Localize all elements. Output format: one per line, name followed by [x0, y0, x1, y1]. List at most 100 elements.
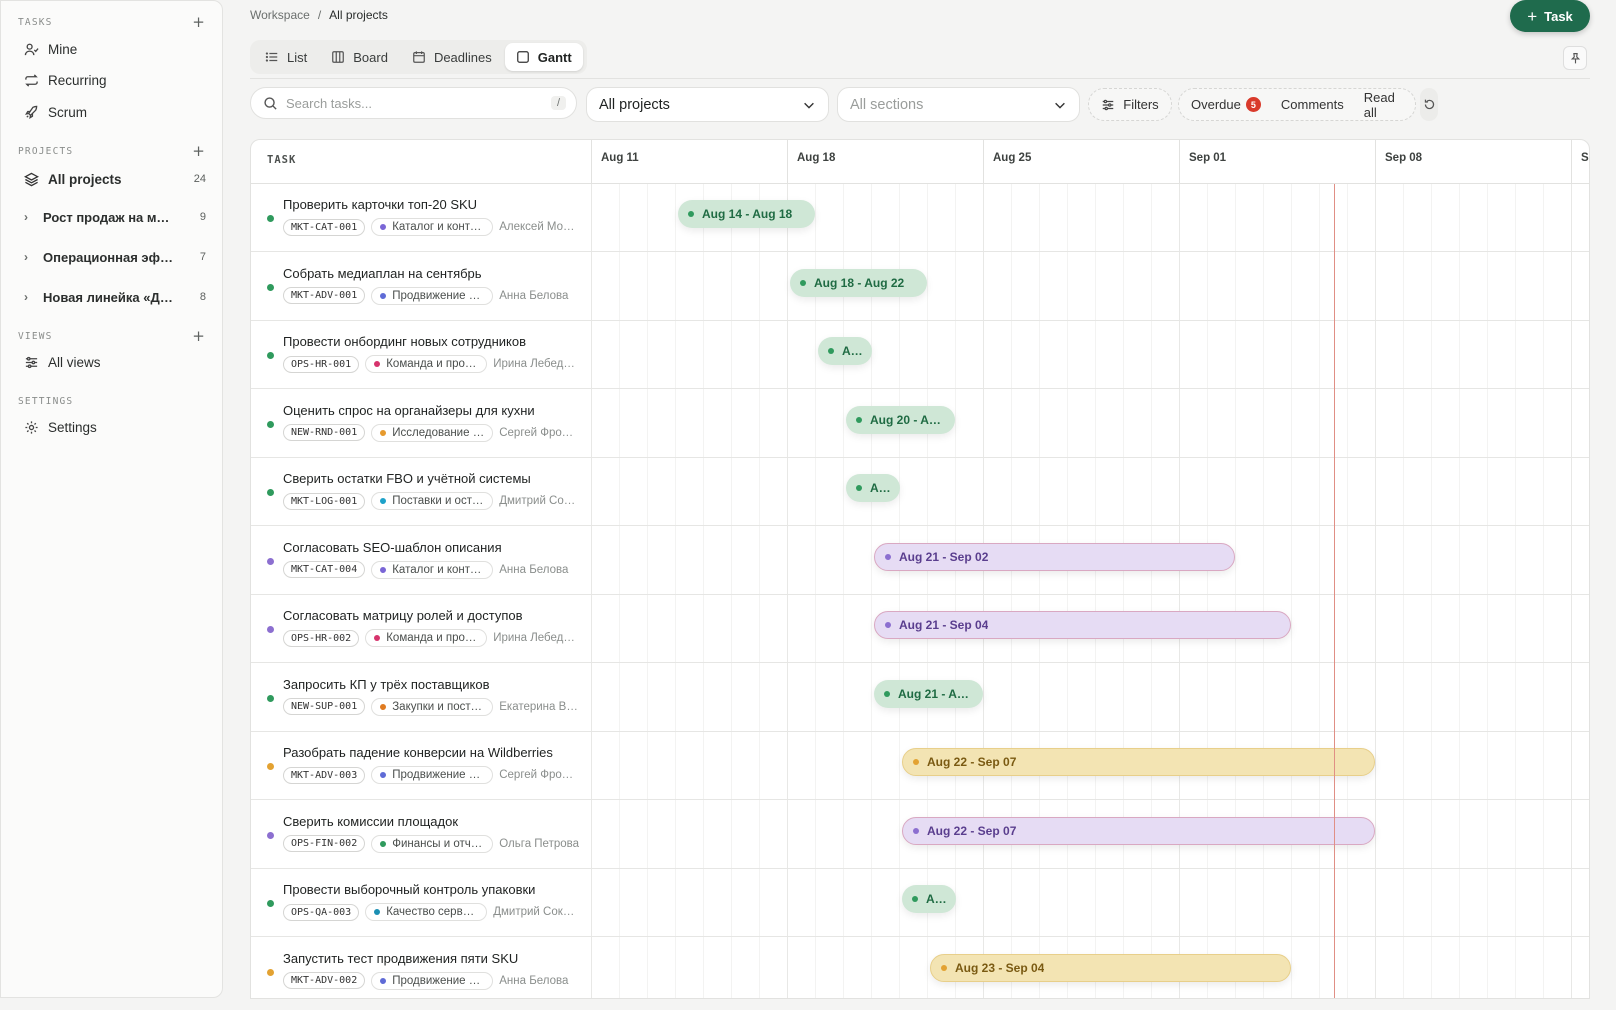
gantt-row[interactable]: Согласовать матрицу ролей и доступов OPS-… — [251, 595, 1589, 663]
gantt-bar[interactable]: Aug 21 - Aug 24 — [874, 679, 984, 708]
section-tag[interactable]: Каталог и контент — [371, 218, 494, 236]
breadcrumb-root[interactable]: Workspace — [250, 8, 310, 22]
tab-list[interactable]: List — [254, 43, 318, 71]
task-title[interactable]: Разобрать падение конверсии на Wildberri… — [283, 745, 553, 760]
task-meta: MKT-CAT-001 Каталог и контент Алексей Моро… — [283, 218, 579, 236]
task-meta: NEW-RND-001 Исследование рынка Сергей Фрол… — [283, 423, 579, 442]
gantt-row[interactable]: Запустить тест продвижения пяти SKU MKT-A… — [251, 938, 1589, 999]
task-meta: NEW-SUP-001 Закупки и поставщики Екатерина… — [283, 697, 579, 716]
sidebar-project-2[interactable]: › Новая линейка «Дом» 8 — [17, 282, 210, 312]
gantt-row[interactable]: Провести онбординг новых сотрудников OPS-… — [251, 321, 1589, 389]
task-title[interactable]: Запустить тест продвижения пяти SKU — [283, 951, 518, 966]
project-count: 9 — [199, 211, 206, 223]
section-tag[interactable]: Продвижение и реклама — [371, 766, 494, 784]
sidebar-project-1[interactable]: › Операционная эффективность 7 — [17, 242, 210, 272]
task-title[interactable]: Собрать медиаплан на сентябрь — [283, 266, 482, 281]
gantt-row[interactable]: Запросить КП у трёх поставщиков NEW-SUP-0… — [251, 664, 1589, 732]
gantt-bar[interactable]: Aug 21 - Sep 02 — [874, 542, 1236, 571]
section-tag[interactable]: Исследование рынка — [371, 423, 494, 442]
gantt-bar[interactable]: Aug 14 - Aug 18 — [678, 200, 816, 228]
task-title[interactable]: Оценить спрос на органайзеры для кухни — [283, 403, 535, 418]
gantt-row[interactable]: Сверить остатки FBO и учётной системы MKT… — [251, 458, 1589, 526]
gantt-bar[interactable]: Aug 22 - Sep 07 — [902, 748, 1376, 776]
add-project-button[interactable]: + — [192, 142, 206, 160]
section-tag[interactable]: Каталог и контент — [371, 560, 494, 579]
gantt-bar[interactable]: Aug 18 - Aug 22 — [790, 268, 928, 297]
tab-board[interactable]: Board — [320, 43, 399, 71]
task-title[interactable]: Запросить КП у трёх поставщиков — [283, 677, 490, 692]
week-header: Sep 15 — [1571, 140, 1589, 184]
task-title[interactable]: Согласовать SEO-шаблон описания — [283, 540, 502, 555]
assignee: Анна Белова — [499, 289, 569, 302]
sidebar-item-all-projects[interactable]: All projects 24 — [17, 164, 210, 194]
gantt-row[interactable]: Собрать медиаплан на сентябрь MKT-ADV-001… — [251, 253, 1589, 321]
section-tag[interactable]: Поставки и остатки — [371, 492, 494, 510]
section-tag[interactable]: Продвижение и реклама — [371, 286, 494, 305]
search-input[interactable]: Search tasks... / — [250, 87, 577, 119]
gantt-row[interactable]: Провести выборочный контроль упаковки OPS… — [251, 869, 1589, 937]
views-section: VIEWS + — [1, 327, 222, 345]
gantt-bar[interactable]: Aug 20 - Aug 21 — [846, 474, 900, 502]
gantt-bar[interactable]: Aug 22 - Aug 23 — [902, 885, 956, 913]
task-title[interactable]: Согласовать матрицу ролей и доступов — [283, 608, 523, 623]
sidebar-item-settings[interactable]: Settings — [17, 412, 210, 442]
task-title[interactable]: Сверить остатки FBO и учётной системы — [283, 471, 531, 486]
search-icon — [264, 96, 277, 110]
task-title[interactable]: Проверить карточки топ-20 SKU — [283, 197, 477, 212]
task-title[interactable]: Провести выборочный контроль упаковки — [283, 882, 535, 897]
user-icon — [24, 43, 39, 55]
section-tag[interactable]: Продвижение и реклама — [371, 971, 494, 990]
gantt-bar[interactable]: Aug 22 - Sep 07 — [902, 816, 1376, 845]
task-title[interactable]: Провести онбординг новых сотрудников — [283, 334, 526, 349]
sidebar-item-all-views[interactable]: All views — [17, 347, 210, 377]
filters-button[interactable]: Filters — [1088, 88, 1172, 121]
gantt-row[interactable]: Согласовать SEO-шаблон описания MKT-CAT-0… — [251, 527, 1589, 595]
add-task-list-button[interactable]: + — [192, 13, 206, 31]
section-dot — [380, 703, 387, 710]
project-select[interactable]: All projects — [586, 87, 829, 122]
gantt-chart: TASK Aug 11Aug 18Aug 25Sep 01Sep 08Sep 1… — [250, 139, 1590, 999]
section-tag[interactable]: Команда и процессы — [365, 629, 488, 647]
task-title[interactable]: Сверить комиссии площадок — [283, 814, 458, 829]
bar-dot — [884, 690, 890, 697]
chevron-right-icon[interactable]: › — [24, 250, 34, 264]
section-tag[interactable]: Качество сервиса — [365, 903, 488, 921]
new-task-button[interactable]: + Task — [1510, 0, 1590, 32]
overdue-filter[interactable]: Overdue 5 — [1191, 97, 1261, 112]
sidebar-item-scrum[interactable]: Scrum — [17, 97, 210, 127]
gantt-row[interactable]: Сверить комиссии площадок OPS-FIN-002 Фина… — [251, 801, 1589, 869]
section-tag[interactable]: Закупки и поставщики — [371, 697, 494, 716]
chevron-right-icon[interactable]: › — [24, 210, 34, 224]
bar-dot — [856, 485, 862, 491]
gantt-row[interactable]: Проверить карточки топ-20 SKU MKT-CAT-001… — [251, 184, 1589, 252]
tab-deadlines[interactable]: Deadlines — [401, 43, 503, 71]
sidebar-item-mine[interactable]: Mine — [17, 34, 210, 64]
sidebar-project-0[interactable]: › Рост продаж на маркетплейсах 9 — [17, 202, 210, 232]
chevron-right-icon[interactable]: › — [24, 290, 34, 304]
tab-label: List — [287, 49, 308, 65]
section-label: Команда и процессы — [386, 358, 478, 370]
gantt-bar[interactable]: Aug 23 - Sep 04 — [930, 953, 1292, 982]
task-meta: MKT-ADV-001 Продвижение и реклама Анна Бел… — [283, 286, 579, 305]
search-placeholder: Search tasks... — [286, 95, 372, 111]
add-view-button[interactable]: + — [192, 327, 206, 345]
task-meta: MKT-LOG-001 Поставки и остатки Дмитрий Сок… — [283, 492, 579, 510]
week-header: Aug 18 — [787, 140, 983, 184]
gantt-row[interactable]: Оценить спрос на органайзеры для кухни NE… — [251, 390, 1589, 458]
read-all-button[interactable]: Read all — [1364, 90, 1403, 120]
section-select[interactable]: All sections — [837, 87, 1080, 122]
comments-filter[interactable]: Comments — [1281, 97, 1344, 112]
task-meta: MKT-ADV-003 Продвижение и реклама Сергей Ф… — [283, 766, 579, 784]
gantt-bar[interactable]: Aug 21 - Sep 04 — [874, 611, 1292, 639]
tab-label: Gantt — [537, 49, 572, 65]
gantt-row[interactable]: Разобрать падение конверсии на Wildberri… — [251, 732, 1589, 800]
refresh-button[interactable] — [1420, 88, 1438, 121]
gantt-bar[interactable]: Aug 19 - Aug 20 — [818, 337, 872, 365]
tab-gantt[interactable]: Gantt — [504, 43, 583, 71]
pin-button[interactable] — [1563, 46, 1587, 70]
sidebar-item-recurring[interactable]: Recurring — [17, 65, 210, 95]
gantt-bar[interactable]: Aug 20 - Aug 23 — [846, 405, 956, 434]
section-dot — [374, 635, 381, 641]
section-tag[interactable]: Финансы и отчётность — [371, 834, 494, 853]
section-tag[interactable]: Команда и процессы — [365, 355, 488, 373]
